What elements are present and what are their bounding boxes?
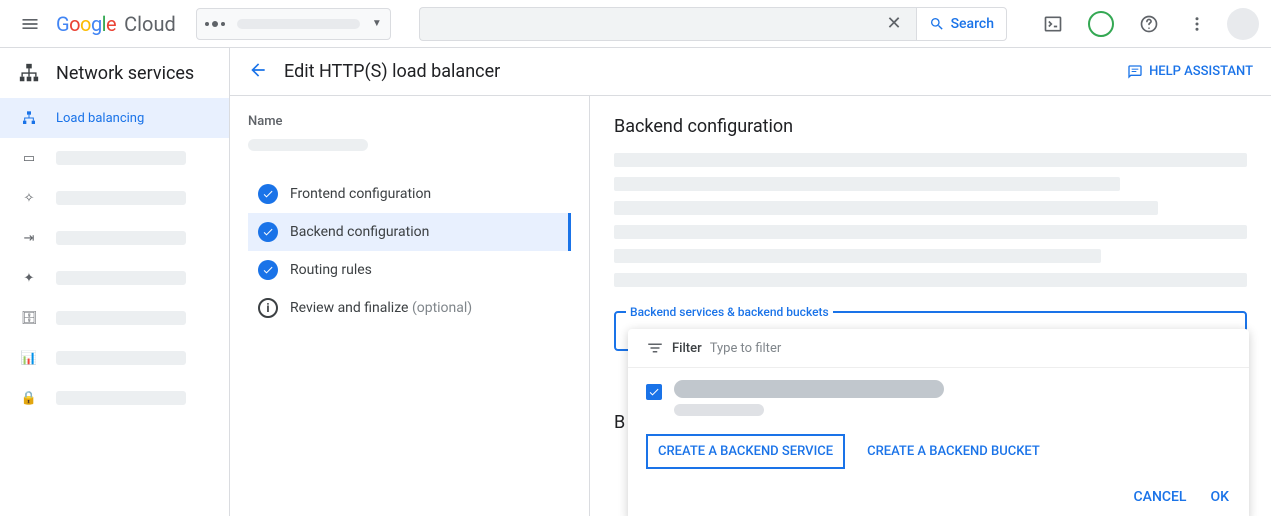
sidebar: Network services Load balancing ▭ ✧ ⇥ ✦ … (0, 48, 230, 516)
sidebar-icon: ⇥ (20, 231, 38, 246)
sidebar-item[interactable]: 📊 (0, 338, 229, 378)
sidebar-item-load-balancing[interactable]: Load balancing (0, 98, 229, 138)
top-bar: Google Cloud ▼ ✕ Search (0, 0, 1271, 48)
logo-cloud-word: Cloud (124, 12, 176, 36)
sidebar-item[interactable]: 🗄 (0, 298, 229, 338)
sidebar-icon: 📊 (20, 351, 38, 366)
chat-icon (1127, 64, 1143, 80)
network-services-icon (18, 62, 40, 84)
sidebar-icon: ✧ (20, 191, 38, 206)
sidebar-item-label: Load balancing (56, 111, 144, 126)
more-icon[interactable] (1179, 6, 1215, 42)
step-backend[interactable]: Backend configuration (248, 213, 571, 251)
placeholder-line (614, 249, 1101, 263)
popup-create-actions: CREATE A BACKEND SERVICE CREATE A BACKEN… (628, 428, 1249, 479)
user-avatar[interactable] (1227, 8, 1259, 40)
sidebar-item[interactable]: ⇥ (0, 218, 229, 258)
sidebar-icon: ✦ (20, 271, 38, 286)
help-assistant-button[interactable]: HELP ASSISTANT (1127, 64, 1253, 80)
check-icon (258, 184, 278, 204)
page-header: Edit HTTP(S) load balancer HELP ASSISTAN… (230, 48, 1271, 96)
caret-down-icon: ▼ (372, 18, 382, 29)
help-icon[interactable] (1131, 6, 1167, 42)
project-name-placeholder (237, 19, 360, 29)
name-label: Name (248, 114, 571, 129)
backend-config-title: Backend configuration (614, 116, 1247, 137)
search-input[interactable] (428, 16, 881, 32)
info-icon: i (258, 298, 278, 318)
google-cloud-logo[interactable]: Google Cloud (56, 12, 176, 36)
section-initial: B (614, 412, 625, 433)
placeholder-line (614, 153, 1247, 167)
top-right-controls (1015, 6, 1259, 42)
project-selector[interactable]: ▼ (196, 8, 391, 40)
option-text-placeholder (674, 380, 944, 416)
status-circle[interactable] (1083, 6, 1119, 42)
filter-icon (646, 339, 664, 357)
sidebar-icon: ▭ (20, 151, 38, 166)
backend-option-row[interactable] (628, 368, 1249, 428)
create-backend-service-button[interactable]: CREATE A BACKEND SERVICE (646, 434, 845, 469)
field-legend: Backend services & backend buckets (626, 305, 833, 319)
name-value-placeholder (248, 139, 368, 151)
search-button-label: Search (951, 16, 994, 32)
search-button[interactable]: Search (916, 7, 1007, 41)
step-label: Routing rules (290, 262, 372, 278)
load-balancing-icon (20, 110, 38, 126)
cloud-shell-icon[interactable] (1035, 6, 1071, 42)
two-column-layout: Name Frontend configuration Backend conf… (230, 96, 1271, 516)
step-frontend[interactable]: Frontend configuration (248, 175, 571, 213)
check-icon (258, 260, 278, 280)
checkbox-checked-icon[interactable] (646, 384, 662, 400)
back-arrow-icon[interactable] (248, 60, 268, 84)
step-review[interactable]: i Review and finalize (optional) (248, 289, 571, 327)
popup-footer: CANCEL OK (628, 479, 1249, 509)
create-backend-bucket-button[interactable]: CREATE A BACKEND BUCKET (863, 436, 1044, 467)
sidebar-item[interactable]: ✦ (0, 258, 229, 298)
backend-selector-wrap: Backend services & backend buckets Filte… (614, 311, 1247, 351)
step-routing[interactable]: Routing rules (248, 251, 571, 289)
sidebar-item[interactable]: ✧ (0, 178, 229, 218)
step-label: Backend configuration (290, 224, 429, 240)
sidebar-title: Network services (56, 63, 194, 84)
placeholder-line (614, 177, 1120, 191)
main-area: Network services Load balancing ▭ ✧ ⇥ ✦ … (0, 48, 1271, 516)
placeholder-line (614, 201, 1158, 215)
backend-dropdown-popup: Filter Type to filter CREATE A BACKEND S… (628, 329, 1249, 516)
sidebar-item[interactable]: 🔒 (0, 378, 229, 418)
sidebar-item[interactable]: ▭ (0, 138, 229, 178)
project-icon (205, 21, 225, 27)
ok-button[interactable]: OK (1211, 489, 1230, 505)
check-icon (258, 222, 278, 242)
hamburger-menu-button[interactable] (12, 6, 48, 42)
clear-search-icon[interactable]: ✕ (880, 13, 907, 34)
right-column: Backend configuration Backend services &… (590, 96, 1271, 516)
left-column: Name Frontend configuration Backend conf… (230, 96, 590, 516)
search-area: ✕ Search (419, 7, 1007, 41)
placeholder-line (614, 273, 1247, 287)
placeholder-line (614, 225, 1247, 239)
cancel-button[interactable]: CANCEL (1134, 489, 1187, 505)
help-assistant-label: HELP ASSISTANT (1149, 64, 1253, 79)
search-box[interactable]: ✕ (419, 7, 916, 41)
sidebar-icon: 🗄 (20, 311, 38, 326)
step-label: Frontend configuration (290, 186, 431, 202)
page-title: Edit HTTP(S) load balancer (284, 61, 500, 82)
content: Edit HTTP(S) load balancer HELP ASSISTAN… (230, 48, 1271, 516)
filter-row[interactable]: Filter Type to filter (628, 329, 1249, 368)
sidebar-header: Network services (0, 48, 229, 98)
filter-placeholder: Type to filter (710, 341, 782, 356)
search-icon (929, 16, 945, 32)
filter-label: Filter (672, 341, 702, 356)
step-label: Review and finalize (optional) (290, 300, 472, 316)
sidebar-icon: 🔒 (20, 391, 38, 406)
